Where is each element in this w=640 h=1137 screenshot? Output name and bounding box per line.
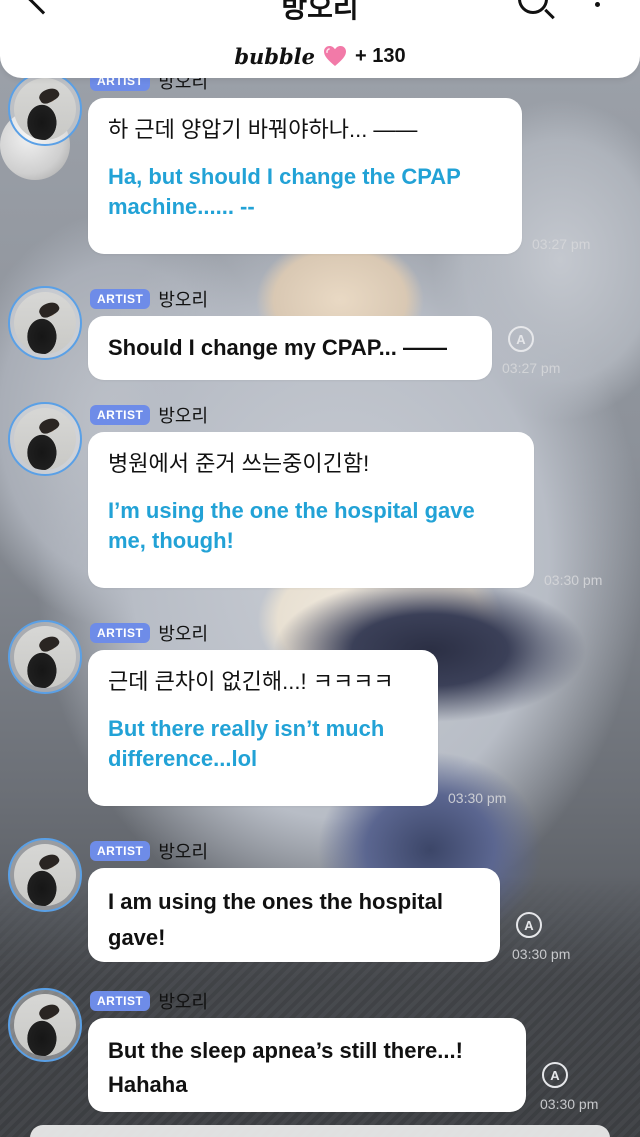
artist-name: 방오리 (158, 624, 209, 644)
message-bubble[interactable]: I am using the ones the hospital gave! (88, 868, 500, 962)
more-options-icon[interactable] (595, 2, 600, 7)
artist-badge: ARTIST (90, 405, 151, 425)
artist-name: 방오리 (158, 992, 209, 1012)
message-input-bar[interactable] (30, 1125, 610, 1137)
artist-avatar[interactable] (8, 72, 82, 146)
bubble-logo: bubble (234, 43, 316, 69)
artist-badge: ARTIST (90, 289, 151, 309)
artist-avatar[interactable] (8, 988, 82, 1062)
message-time: 03:30 pm (512, 946, 571, 962)
message-original-text: I am using the ones the hospital gave! (108, 889, 443, 951)
message-translation-text: But there really isn’t much difference..… (108, 715, 385, 771)
auto-translate-icon[interactable]: A (516, 912, 542, 938)
message-bubble[interactable]: Should I change my CPAP... —— (88, 316, 492, 380)
chat-header: 방오리 bubble + 130 (0, 0, 640, 78)
artist-avatar[interactable] (8, 286, 82, 360)
message-original-text: 근데 큰차이 없긴해...! ㅋㅋㅋㅋ (108, 669, 394, 694)
message-translation-text: I’m using the one the hospital gave me, … (108, 497, 475, 553)
message-bubble[interactable]: But the sleep apnea’s still there...! Ha… (88, 1018, 526, 1112)
auto-translate-icon[interactable]: A (542, 1062, 568, 1088)
message-time: 03:27 pm (502, 360, 561, 376)
message-bubble[interactable]: 하 근데 양압기 바꿔야하나... —— Ha, but should I ch… (88, 98, 522, 254)
message-original-text: 병원에서 준거 쓰는중이긴함! (108, 451, 370, 476)
artist-name: 방오리 (158, 290, 209, 310)
artist-name: 방오리 (158, 406, 209, 426)
message-time: 03:30 pm (540, 1096, 599, 1112)
heart-icon (324, 46, 347, 66)
artist-avatar[interactable] (8, 838, 82, 912)
artist-avatar[interactable] (8, 620, 82, 694)
bubble-count: + 130 (355, 44, 406, 67)
message-original-text: 하 근데 양압기 바꿔야하나... —— (108, 117, 418, 142)
artist-badge: ARTIST (90, 623, 151, 643)
artist-name: 방오리 (158, 842, 209, 862)
message-bubble[interactable]: 병원에서 준거 쓰는중이긴함! I’m using the one the ho… (88, 432, 534, 588)
message-time: 03:30 pm (544, 572, 603, 588)
bubble-brand-row: bubble + 130 (0, 42, 640, 70)
artist-badge: ARTIST (90, 991, 151, 1011)
artist-badge: ARTIST (90, 841, 151, 861)
message-original-text: But the sleep apnea’s still there...! Ha… (108, 1038, 463, 1098)
message-bubble[interactable]: 근데 큰차이 없긴해...! ㅋㅋㅋㅋ But there really isn… (88, 650, 438, 806)
message-original-text: Should I change my CPAP... —— (108, 335, 448, 360)
message-time: 03:27 pm (532, 236, 591, 252)
message-time: 03:30 pm (448, 790, 507, 806)
message-translation-text: Ha, but should I change the CPAP machine… (108, 163, 461, 219)
auto-translate-icon[interactable]: A (508, 326, 534, 352)
artist-avatar[interactable] (8, 402, 82, 476)
